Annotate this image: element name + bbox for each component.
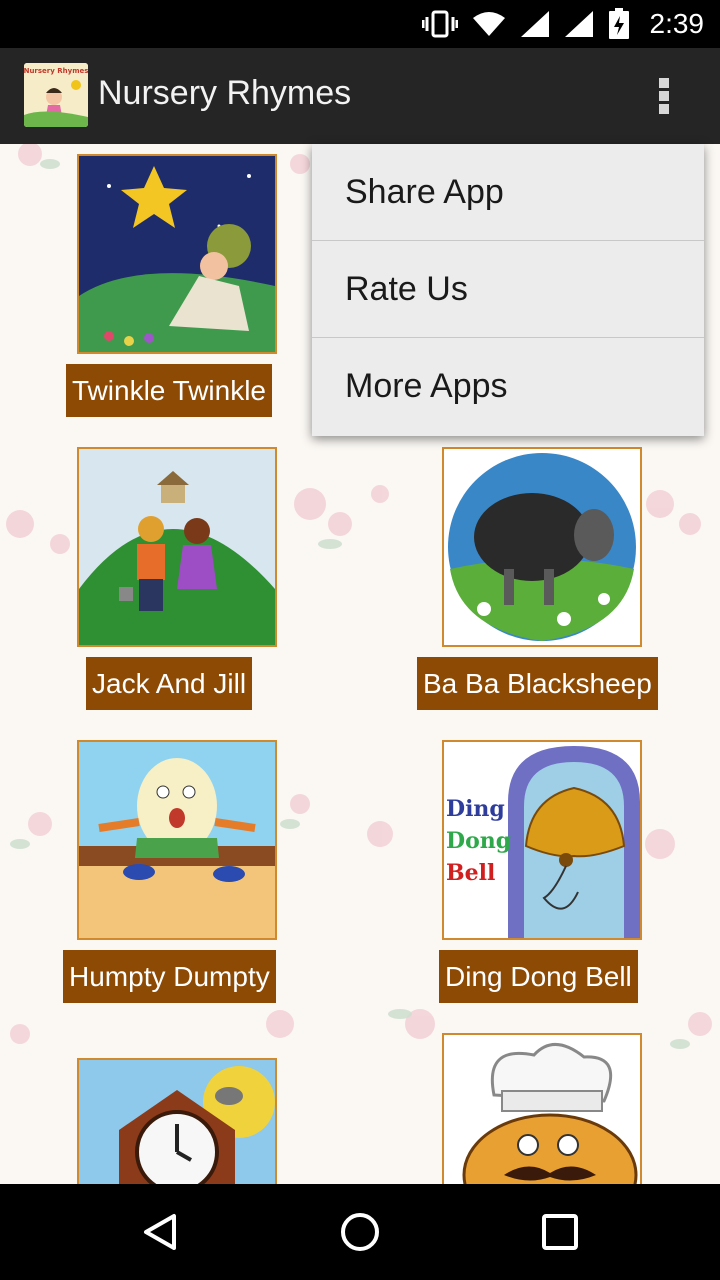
ba-ba-blacksheep-image [444,449,640,645]
menu-item-rate-us[interactable]: Rate Us [312,241,704,338]
dong-text: Dong [446,828,511,854]
status-time: 2:39 [649,8,705,39]
rhyme-label[interactable]: Jack And Jill [86,657,253,710]
humpty-dumpty-image [79,742,275,938]
twinkle-image [79,156,275,352]
rhyme-label[interactable]: Ding Dong Bell [439,950,638,1003]
hickory-dickory-image [79,1060,275,1184]
rhyme-tile-ding-dong-bell[interactable]: Ding Dong Bell [442,740,642,940]
battery-charging-icon [608,8,629,39]
app-logo[interactable]: Nursery Rhymes [24,63,88,127]
overflow-menu-icon[interactable] [644,74,684,118]
vibrate-icon [421,10,458,38]
app-title: Nursery Rhymes [98,74,352,112]
rhyme-tile-twinkle[interactable] [77,154,277,354]
rhyme-tile-hickory-dickory[interactable] [77,1058,277,1184]
ding-text: Ding [446,796,505,822]
menu-item-share-app[interactable]: Share App [312,144,704,241]
muffin-man-image [444,1035,640,1184]
home-icon[interactable] [336,1208,384,1256]
jack-and-jill-image [79,449,275,645]
bell-text: Bell [446,860,495,886]
rhyme-tile-jack-and-jill[interactable] [77,447,277,647]
signal-icon [564,11,593,37]
menu-item-more-apps[interactable]: More Apps [312,338,704,435]
status-icons: 2:39 [421,0,705,48]
rhyme-label[interactable]: Twinkle Twinkle [66,364,273,417]
ding-dong-bell-image: Ding Dong Bell [444,742,640,938]
recents-icon[interactable] [536,1208,584,1256]
wifi-icon [472,12,505,36]
rhyme-tile-muffin-man[interactable] [442,1033,642,1184]
action-bar: Nursery Rhymes Nursery Rhymes [0,48,720,144]
back-icon[interactable] [136,1208,184,1256]
rhyme-tile-humpty-dumpty[interactable] [77,740,277,940]
status-bar: 2:39 [0,0,720,48]
overflow-popup-menu: Share App Rate Us More Apps [312,144,704,436]
rhyme-label[interactable]: Ba Ba Blacksheep [417,657,658,710]
signal-icon [520,11,549,37]
navigation-bar [0,1184,720,1280]
rhyme-tile-ba-ba-blacksheep[interactable] [442,447,642,647]
rhyme-label[interactable]: Humpty Dumpty [63,950,276,1003]
app-logo-text: Nursery Rhymes [24,67,88,75]
